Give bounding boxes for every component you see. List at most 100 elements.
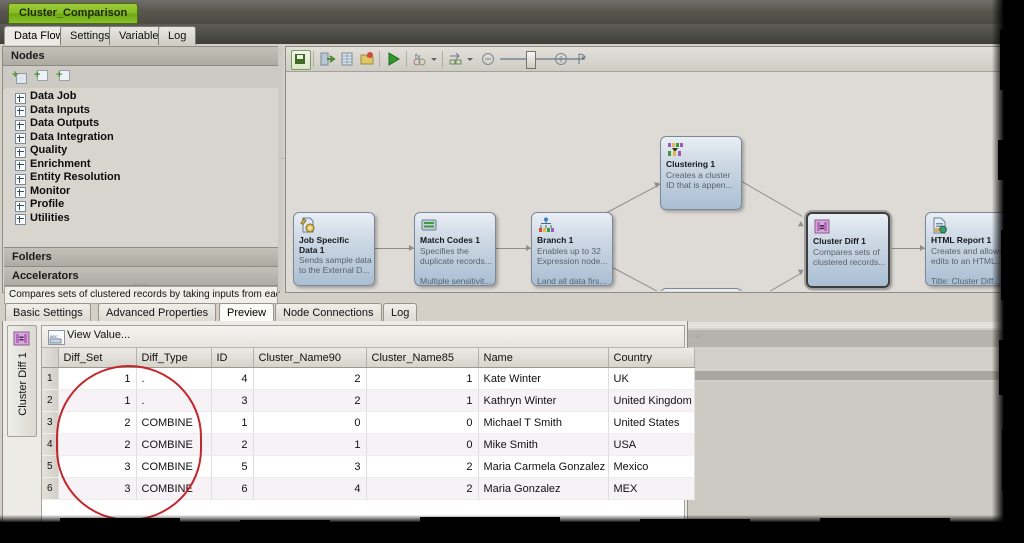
cell-diff-type: . bbox=[136, 368, 211, 390]
table-row[interactable]: 2 1 . 3 2 1 Kathryn Winter United Kingdo… bbox=[42, 390, 694, 412]
tree-item-data-job[interactable]: Data Job bbox=[4, 90, 278, 104]
tab-basic-settings[interactable]: Basic Settings bbox=[5, 303, 91, 322]
cell-country: United Kingdom bbox=[608, 390, 694, 412]
flow-node-title: Match Codes 1 bbox=[420, 236, 492, 246]
edge-jobdata-matchcodes bbox=[373, 248, 414, 249]
flow-node-clustering-1[interactable]: Clustering 1 Creates a clusterID that is… bbox=[660, 136, 742, 210]
cell-id: 4 bbox=[211, 368, 253, 390]
tree-item-monitor[interactable]: Monitor bbox=[4, 185, 278, 199]
column-header-cluster-name85[interactable]: Cluster_Name85 bbox=[366, 348, 478, 368]
expand-icon[interactable] bbox=[15, 160, 26, 171]
table-row[interactable]: 3 2 COMBINE 1 0 0 Michael T Smith United… bbox=[42, 412, 694, 434]
tab-preview[interactable]: Preview bbox=[219, 303, 274, 322]
align-dropdown-icon[interactable] bbox=[465, 50, 474, 68]
save-icon[interactable] bbox=[291, 50, 311, 70]
expand-icon[interactable] bbox=[15, 201, 26, 212]
add-child-node-icon[interactable]: + bbox=[56, 70, 71, 84]
expand-icon[interactable] bbox=[15, 147, 26, 158]
expand-icon[interactable] bbox=[15, 93, 26, 104]
cell-diff-set: 2 bbox=[58, 412, 136, 434]
flow-node-cluster-diff-1[interactable]: Cluster Diff 1 Compares sets ofclustered… bbox=[806, 212, 890, 288]
diagram-canvas[interactable]: Job SpecificData 1 Sends sample datato t… bbox=[287, 72, 1007, 291]
folder-icon[interactable] bbox=[358, 50, 376, 68]
tree-item-profile[interactable]: Profile bbox=[4, 198, 278, 212]
column-header-diff-set[interactable]: Diff_Set bbox=[58, 348, 136, 368]
cell-diff-set: 3 bbox=[58, 456, 136, 478]
table-row[interactable]: 6 3 COMBINE 6 4 2 Maria Gonzalez MEX bbox=[42, 478, 694, 500]
tree-item-utilities[interactable]: Utilities bbox=[4, 212, 278, 226]
column-header-diff-type[interactable]: Diff_Type bbox=[136, 348, 211, 368]
expand-icon[interactable] bbox=[15, 120, 26, 131]
document-tab[interactable]: Cluster_Comparison bbox=[8, 3, 138, 24]
preview-table: Diff_Set Diff_Type ID Cluster_Name90 Clu… bbox=[42, 348, 695, 500]
cell-cluster-name85: 0 bbox=[366, 412, 478, 434]
column-header-cluster-name90[interactable]: Cluster_Name90 bbox=[253, 348, 366, 368]
column-header-name[interactable]: Name bbox=[478, 348, 608, 368]
vertical-splitter[interactable]: ··· bbox=[278, 46, 283, 291]
expand-icon[interactable] bbox=[15, 214, 26, 225]
flow-node-branch-1[interactable]: Branch 1 Enables up to 32Expression node… bbox=[531, 212, 613, 286]
tree-item-data-outputs[interactable]: Data Outputs bbox=[4, 117, 278, 131]
abc-view-icon[interactable]: ABC bbox=[48, 330, 65, 345]
table-row[interactable]: 1 1 . 4 2 1 Kate Winter UK bbox=[42, 368, 694, 390]
tree-item-data-inputs[interactable]: Data Inputs bbox=[4, 104, 278, 118]
diagram-toolbar: fx bbox=[286, 47, 1008, 72]
cell-diff-set: 2 bbox=[58, 434, 136, 456]
tab-node-connections[interactable]: Node Connections bbox=[275, 303, 382, 322]
variables-icon[interactable]: fx bbox=[411, 50, 429, 68]
expand-icon[interactable] bbox=[15, 187, 26, 198]
cell-name: Michael T Smith bbox=[478, 412, 608, 434]
tree-item-data-integration[interactable]: Data Integration bbox=[4, 131, 278, 145]
export-icon[interactable] bbox=[318, 50, 336, 68]
folders-header[interactable]: Folders bbox=[4, 247, 278, 267]
match-codes-icon bbox=[420, 217, 438, 234]
add-node-icon[interactable]: + bbox=[34, 70, 49, 84]
row-number: 3 bbox=[42, 412, 58, 434]
zoom-slider-thumb[interactable] bbox=[526, 51, 536, 69]
tree-item-quality[interactable]: Quality bbox=[4, 144, 278, 158]
grid-icon[interactable] bbox=[338, 50, 356, 68]
flow-node-match-codes-1[interactable]: Match Codes 1 Specifies theduplicate rec… bbox=[414, 212, 496, 286]
preview-vertical-tab-label: Cluster Diff 1 bbox=[17, 341, 29, 427]
column-header-country[interactable]: Country bbox=[608, 348, 694, 368]
tree-item-entity-resolution[interactable]: Entity Resolution bbox=[4, 171, 278, 185]
cell-name: Mike Smith bbox=[478, 434, 608, 456]
flow-node-clustering-2[interactable]: Clustering 2 Creates a clusterID that is… bbox=[660, 288, 742, 291]
cell-name: Kate Winter bbox=[478, 368, 608, 390]
tab-log[interactable]: Log bbox=[158, 26, 196, 45]
run-icon[interactable] bbox=[384, 50, 402, 68]
edge-arrow bbox=[798, 221, 805, 229]
nodes-panel: Nodes + + + Data Job Data Inputs Data Ou… bbox=[2, 46, 280, 293]
expand-icon[interactable] bbox=[15, 106, 26, 117]
tab-advanced-properties[interactable]: Advanced Properties bbox=[98, 303, 216, 322]
column-header-id[interactable]: ID bbox=[211, 348, 253, 368]
preview-vertical-tab-cluster-diff-1[interactable]: Cluster Diff 1 bbox=[7, 325, 37, 437]
cell-id: 2 bbox=[211, 434, 253, 456]
cell-country: USA bbox=[608, 434, 694, 456]
cell-diff-set: 1 bbox=[58, 368, 136, 390]
flow-node-subtitle: Enables up to 32Expression node... Land … bbox=[537, 246, 610, 286]
zoom-in-icon[interactable] bbox=[552, 50, 570, 68]
flow-node-subtitle: Compares sets ofclustered records... bbox=[813, 247, 886, 267]
new-node-icon[interactable]: + bbox=[12, 70, 27, 84]
table-row[interactable]: 4 2 COMBINE 2 1 0 Mike Smith USA bbox=[42, 434, 694, 456]
tree-item-enrichment[interactable]: Enrichment bbox=[4, 158, 278, 172]
variables-dropdown-icon[interactable] bbox=[429, 50, 438, 68]
preview-pane: Cluster Diff 1 ABC View Value... Diff_Se… bbox=[2, 321, 688, 527]
expand-icon[interactable] bbox=[15, 174, 26, 185]
expand-icon[interactable] bbox=[15, 133, 26, 144]
flow-node-html-report-1[interactable]: HTML Report 1 Creates and allowsedits to… bbox=[925, 212, 1007, 286]
branch-icon bbox=[537, 217, 555, 234]
tab-log[interactable]: Log bbox=[383, 303, 417, 322]
align-icon[interactable] bbox=[447, 50, 465, 68]
flow-node-job-specific-data-1[interactable]: Job SpecificData 1 Sends sample datato t… bbox=[293, 212, 375, 286]
view-value-label[interactable]: View Value... bbox=[67, 329, 130, 341]
cell-cluster-name90: 0 bbox=[253, 412, 366, 434]
preview-data-grid[interactable]: ABC View Value... Diff_Set Diff_Type ID … bbox=[41, 325, 685, 523]
zoom-out-icon[interactable] bbox=[479, 50, 497, 68]
table-row[interactable]: 5 3 COMBINE 5 3 2 Maria Carmela Gonzalez… bbox=[42, 456, 694, 478]
refresh-icon[interactable] bbox=[573, 50, 591, 68]
flow-node-title: Cluster Diff 1 bbox=[813, 237, 885, 247]
cell-name: Maria Gonzalez bbox=[478, 478, 608, 500]
data-flow-diagram-panel: fx bbox=[285, 46, 1009, 293]
